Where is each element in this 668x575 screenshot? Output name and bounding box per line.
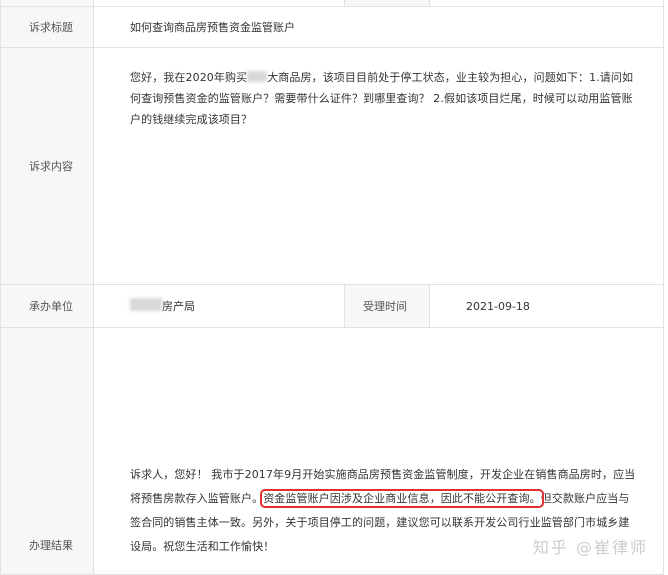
content-label: 诉求内容 (29, 160, 73, 173)
content-label-cell: 诉求内容 (0, 47, 94, 285)
title-value-cell: 如何查询商品房预售资金监管账户 (93, 6, 664, 48)
unit-label-cell: 承办单位 (0, 284, 94, 328)
accept-value-cell: 2021-09-18 (429, 284, 664, 328)
content-text: 您好，我在2020年购买 大商品房，该项目目前处于停工状态，业主较为担心，问题如下… (130, 67, 640, 130)
accept-label: 受理时间 (363, 300, 407, 313)
result-label-cell: 办理结果 (0, 327, 94, 575)
unit-label: 承办单位 (29, 300, 73, 313)
title-label: 诉求标题 (29, 21, 73, 34)
accept-label-cell: 受理时间 (344, 284, 430, 328)
unit-value-cell: 房产局 (93, 284, 345, 328)
title-label-cell: 诉求标题 (0, 6, 94, 48)
unit-value: 房产局 (94, 298, 195, 314)
result-label: 办理结果 (29, 539, 73, 552)
complaint-table: 诉求标题 如何查询商品房预售资金监管账户 诉求内容 您好，我在2020年购买 大商… (0, 0, 664, 575)
content-text-part1: 您好，我在2020年购买 (130, 71, 248, 84)
unit-value-suffix: 房产局 (162, 300, 195, 313)
redacted-mark (247, 71, 268, 82)
watermark: 知乎 @崔律师 (532, 538, 648, 557)
accept-value: 2021-09-18 (466, 299, 530, 313)
content-value-cell: 您好，我在2020年购买 大商品房，该项目目前处于停工状态，业主较为担心，问题如下… (93, 47, 664, 285)
highlighted-text: 资金监管账户因涉及企业商业信息，因此不能公开查询。 (260, 489, 544, 508)
title-value: 如何查询商品房预售资金监管账户 (130, 21, 295, 34)
redacted-mark (130, 298, 162, 311)
